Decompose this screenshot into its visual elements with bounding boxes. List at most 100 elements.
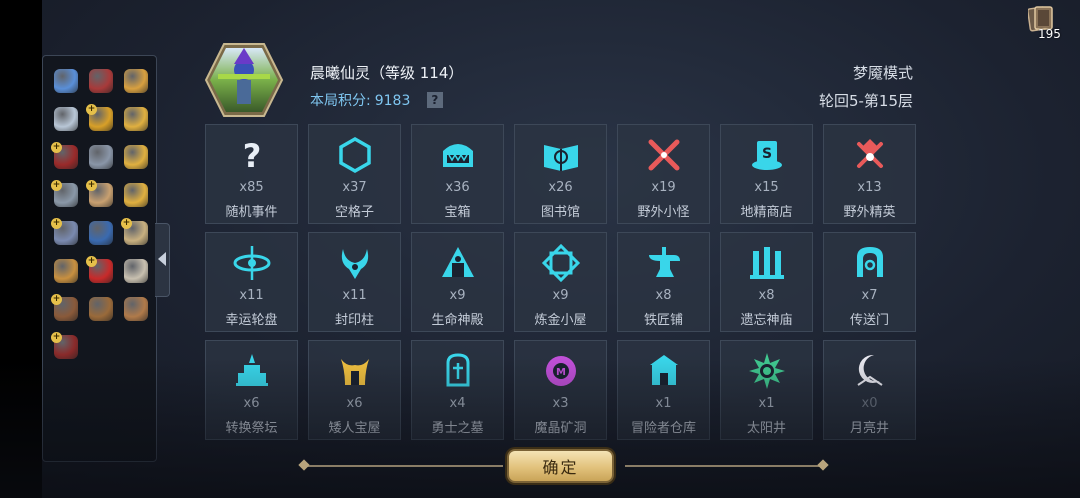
location-label: 生命神殿: [431, 313, 484, 328]
pendant-icon[interactable]: [51, 66, 81, 96]
location-count: x3: [552, 396, 569, 411]
location-label: 铁匠铺: [643, 313, 683, 328]
forgotten-temple-icon: [750, 247, 784, 279]
brown-book-icon[interactable]: +: [51, 294, 81, 324]
confirm-button[interactable]: 确定: [507, 449, 614, 483]
location-count: x1: [758, 396, 775, 411]
location-life-temple[interactable]: x9 生命神殿: [411, 232, 504, 332]
inventory-item-shape: [54, 69, 78, 93]
location-library[interactable]: x26 图书馆: [514, 124, 607, 224]
location-blacksmith[interactable]: x8 铁匠铺: [617, 232, 710, 332]
location-label: 矮人宝屋: [328, 421, 381, 436]
old-scroll-icon[interactable]: +: [121, 218, 151, 248]
location-count: x1: [655, 396, 672, 411]
cookie-icon[interactable]: [121, 294, 151, 324]
location-alchemy-hut[interactable]: x9 炼金小屋: [514, 232, 607, 332]
cards-count: 195: [1038, 27, 1061, 41]
wild-elite-icon: [857, 139, 883, 168]
location-count: x6: [243, 396, 260, 411]
location-label: 封印柱: [334, 313, 374, 328]
location-count: x37: [342, 180, 367, 195]
scroll-medal-icon[interactable]: [86, 66, 116, 96]
beast-mask-icon[interactable]: [121, 256, 151, 286]
location-random-event[interactable]: ? x85 随机事件: [205, 124, 298, 224]
collapse-inventory-button[interactable]: [155, 223, 170, 297]
location-label: 空格子: [334, 205, 374, 220]
location-count: x11: [342, 288, 367, 303]
adventurer-storage-icon: [650, 355, 678, 385]
location-portal[interactable]: x7 传送门: [823, 232, 916, 332]
potion-sack-icon[interactable]: [121, 66, 151, 96]
plus-badge-icon: +: [51, 142, 62, 153]
location-count: x9: [449, 288, 466, 303]
sun-well-icon: [749, 353, 785, 389]
left-edge: [0, 0, 42, 498]
red-potion-icon[interactable]: +: [86, 256, 116, 286]
blue-hat-icon[interactable]: [86, 218, 116, 248]
crystal-mine-icon: M: [546, 356, 576, 386]
help-icon[interactable]: ?: [426, 92, 443, 108]
location-wild-monster[interactable]: x19 野外小怪: [617, 124, 710, 224]
treasure-icon: [443, 144, 473, 167]
location-count: x0: [861, 396, 878, 411]
location-convert-altar[interactable]: x6 转换祭坛: [205, 340, 298, 440]
location-count: x19: [651, 180, 676, 195]
spiky-tag-icon[interactable]: [51, 104, 81, 134]
location-label: 魔晶矿洞: [534, 421, 587, 436]
location-seal-pillar[interactable]: x11 封印柱: [308, 232, 401, 332]
plus-badge-icon: +: [86, 256, 97, 267]
location-count: x8: [655, 288, 672, 303]
location-crystal-mine[interactable]: Mx3 魔晶矿洞: [514, 340, 607, 440]
location-count: x11: [239, 288, 264, 303]
svg-text:M: M: [556, 367, 566, 378]
convert-altar-icon: [236, 354, 268, 386]
anubis-icon[interactable]: [51, 256, 81, 286]
location-lucky-wheel[interactable]: x11 幸运轮盘: [205, 232, 298, 332]
plus-badge-icon: +: [51, 294, 62, 305]
location-moon-well[interactable]: x0 月亮井: [823, 340, 916, 440]
location-wild-elite[interactable]: x13 野外精英: [823, 124, 916, 224]
inventory-item-shape: [89, 69, 113, 93]
location-count: x6: [346, 396, 363, 411]
key-icon[interactable]: [121, 142, 151, 172]
location-treasure[interactable]: x36 宝箱: [411, 124, 504, 224]
lucky-wheel-icon: [233, 246, 271, 280]
spell-book-icon[interactable]: +: [51, 332, 81, 362]
confirm-label: 确定: [542, 458, 579, 477]
inventory-item-shape: [124, 183, 148, 207]
location-forgotten-temple[interactable]: x8 遗忘神庙: [720, 232, 813, 332]
location-warrior-tomb[interactable]: x4 勇士之墓: [411, 340, 504, 440]
stone-tablet-icon[interactable]: +: [51, 180, 81, 210]
inventory-grid: + + + + + + + + +: [49, 64, 154, 368]
location-label: 传送门: [849, 313, 889, 328]
belt-icon[interactable]: [86, 294, 116, 324]
card-pack-icon[interactable]: +: [51, 218, 81, 248]
location-label: 太阳井: [746, 421, 786, 436]
chest-icon[interactable]: [86, 142, 116, 172]
portal-icon: [857, 247, 883, 277]
gold-coin-icon[interactable]: +: [86, 104, 116, 134]
location-empty[interactable]: x37 空格子: [308, 124, 401, 224]
map-scroll-icon[interactable]: +: [86, 180, 116, 210]
cycle-progress: 轮回5-第15层: [818, 92, 913, 110]
location-adventurer-storage[interactable]: x1 冒险者仓库: [617, 340, 710, 440]
location-label: 幸运轮盘: [225, 313, 278, 328]
inventory-item-shape: [89, 297, 113, 321]
location-label: 转换祭坛: [225, 421, 278, 436]
location-dwarf-treasure[interactable]: x6 矮人宝屋: [308, 340, 401, 440]
location-label: 图书馆: [540, 205, 580, 220]
location-count: x26: [548, 180, 573, 195]
location-label: 宝箱: [444, 205, 471, 220]
divider-right-diamond: [817, 459, 829, 471]
card-counter[interactable]: 195: [1028, 5, 1061, 41]
moon-well-icon: [857, 354, 883, 386]
location-sun-well[interactable]: x1 太阳井: [720, 340, 813, 440]
gold-gem-icon[interactable]: [121, 104, 151, 134]
gold-bars-icon[interactable]: [121, 180, 151, 210]
empty-icon: [339, 136, 371, 174]
location-count: x15: [754, 180, 779, 195]
location-goblin-shop[interactable]: Sx15 地精商店: [720, 124, 813, 224]
divider-left: [303, 465, 503, 467]
red-book-icon[interactable]: +: [51, 142, 81, 172]
inventory-item-shape: [54, 259, 78, 283]
